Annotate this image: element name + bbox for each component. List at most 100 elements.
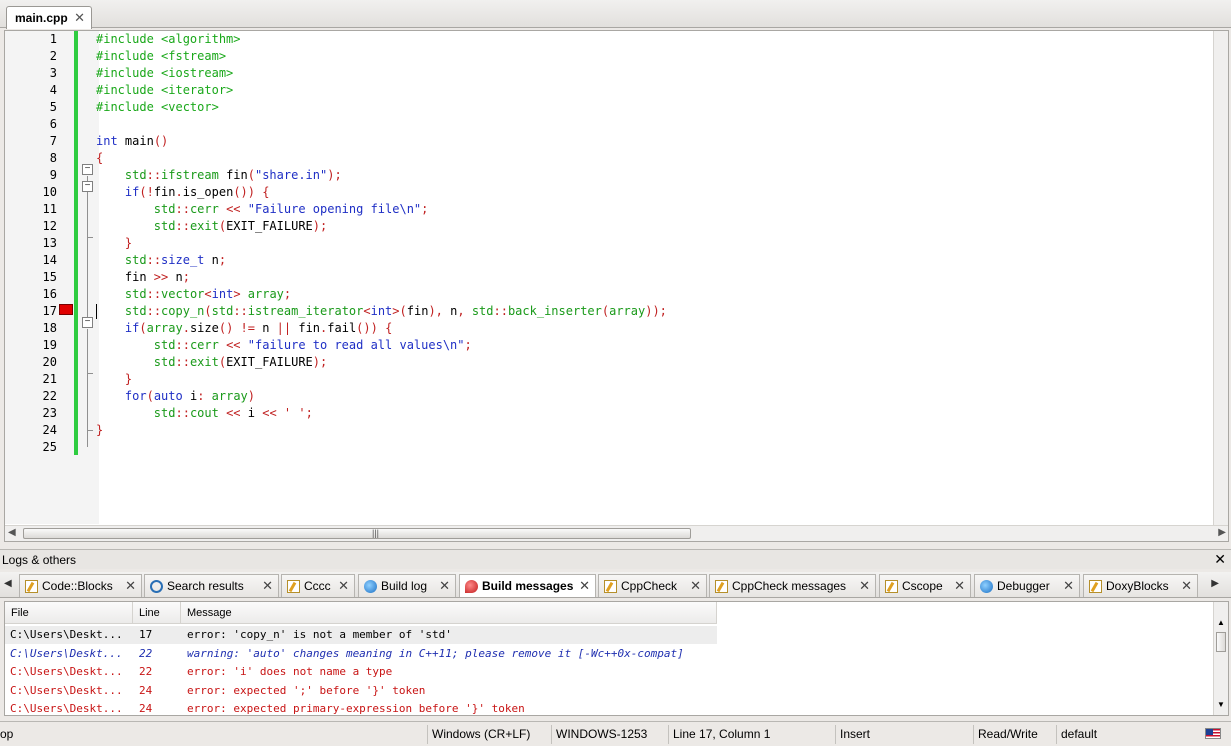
line-number[interactable]: 11 (5, 201, 57, 218)
table-row[interactable]: C:\Users\Deskt... 22 warning: 'auto' chang… (5, 645, 717, 663)
fold-toggle-if-open[interactable]: − (82, 181, 93, 192)
build-messages-list[interactable]: File Line Message C:\Users\Deskt... 17 err… (4, 601, 1229, 716)
close-icon[interactable]: ✕ (1181, 578, 1192, 594)
line-number[interactable]: 1 (5, 31, 57, 48)
line-number[interactable]: 12 (5, 218, 57, 235)
tab-cppcheck-messages[interactable]: CppCheck messages ✕ (709, 574, 876, 597)
code-line[interactable]: std::cerr << "Failure opening file\n"; (96, 201, 1216, 218)
table-row[interactable]: C:\Users\Deskt... 24 error: expected ';' b… (5, 682, 717, 700)
code-line[interactable]: } (96, 235, 1216, 252)
scrollbar-thumb[interactable]: ||| (23, 528, 691, 539)
editor-tab-main-cpp[interactable]: main.cpp ✕ (6, 6, 92, 29)
code-line[interactable]: if(array.size() != n || fin.fail()) { (96, 320, 1216, 337)
column-header-message[interactable]: Message (181, 602, 717, 624)
tab-build-messages[interactable]: Build messages ✕ (459, 574, 596, 597)
code-line[interactable]: std::copy_n(std::istream_iterator<int>(f… (96, 303, 1216, 320)
scroll-right-icon[interactable]: ▶ (1218, 527, 1226, 538)
scroll-left-icon[interactable]: ◀ (8, 527, 16, 538)
code-line[interactable]: } (96, 371, 1216, 388)
line-number[interactable]: 7 (5, 133, 57, 150)
line-number[interactable]: 8 (5, 150, 57, 167)
close-icon[interactable]: ✕ (579, 578, 590, 594)
tab-cppcheck[interactable]: CppCheck ✕ (598, 574, 707, 597)
line-number[interactable]: 19 (5, 337, 57, 354)
tab-code-blocks[interactable]: Code::Blocks ✕ (19, 574, 142, 597)
editor-vertical-scrollbar[interactable] (1213, 31, 1228, 525)
close-icon[interactable]: ✕ (74, 10, 85, 26)
code-line[interactable]: std::ifstream fin("share.in"); (96, 167, 1216, 184)
code-line[interactable]: int main() (96, 133, 1216, 150)
keyboard-layout-flag-icon[interactable] (1205, 728, 1221, 739)
close-icon[interactable]: ✕ (859, 578, 870, 594)
column-header-file[interactable]: File (5, 602, 133, 624)
tabs-scroll-right-icon[interactable]: ▶ (1211, 578, 1219, 589)
code-line[interactable] (96, 439, 1216, 456)
line-number[interactable]: 25 (5, 439, 57, 456)
code-line[interactable]: #include <vector> (96, 99, 1216, 116)
code-line[interactable]: for(auto i: array) (96, 388, 1216, 405)
line-number[interactable]: 16 (5, 286, 57, 303)
scroll-down-icon[interactable]: ▼ (1217, 700, 1225, 709)
line-number[interactable]: 18 (5, 320, 57, 337)
fold-toggle-main[interactable]: − (82, 164, 93, 175)
code-text-area[interactable]: #include <algorithm> #include <fstream> #i… (96, 31, 1216, 456)
close-icon[interactable]: ✕ (954, 578, 965, 594)
close-icon[interactable]: ✕ (338, 578, 349, 594)
tab-label: DoxyBlocks (1106, 579, 1169, 593)
line-number[interactable]: 17 (5, 303, 57, 320)
code-line[interactable]: { (96, 150, 1216, 167)
line-number[interactable]: 14 (5, 252, 57, 269)
code-line[interactable]: #include <algorithm> (96, 31, 1216, 48)
line-number[interactable]: 4 (5, 82, 57, 99)
line-number[interactable]: 15 (5, 269, 57, 286)
line-number[interactable]: 5 (5, 99, 57, 116)
code-line[interactable] (96, 116, 1216, 133)
scrollbar-thumb[interactable] (1216, 632, 1226, 652)
line-number[interactable]: 22 (5, 388, 57, 405)
code-line[interactable]: std::size_t n; (96, 252, 1216, 269)
code-line[interactable]: #include <iterator> (96, 82, 1216, 99)
line-number[interactable]: 23 (5, 405, 57, 422)
table-row[interactable]: C:\Users\Deskt... 17 error: 'copy_n' is no… (5, 626, 717, 644)
messages-vertical-scrollbar[interactable]: ▲ ▼ (1213, 602, 1228, 715)
code-line[interactable]: std::exit(EXIT_FAILURE); (96, 354, 1216, 371)
line-number[interactable]: 6 (5, 116, 57, 133)
close-icon[interactable]: ✕ (439, 578, 450, 594)
close-icon[interactable]: ✕ (1063, 578, 1074, 594)
close-icon[interactable]: ✕ (262, 578, 273, 594)
tab-cccc[interactable]: Cccc ✕ (281, 574, 355, 597)
column-header-line[interactable]: Line (133, 602, 181, 624)
tab-search-results[interactable]: Search results ✕ (144, 574, 279, 597)
close-icon[interactable]: ✕ (690, 578, 701, 594)
line-number[interactable]: 9 (5, 167, 57, 184)
tab-cscope[interactable]: Cscope ✕ (879, 574, 971, 597)
code-line[interactable]: std::cerr << "failure to read all values… (96, 337, 1216, 354)
code-line[interactable]: #include <fstream> (96, 48, 1216, 65)
table-row[interactable]: C:\Users\Deskt... 24 error: expected prima… (5, 700, 717, 715)
fold-toggle-if-size[interactable]: − (82, 317, 93, 328)
code-line[interactable]: #include <iostream> (96, 65, 1216, 82)
tabs-scroll-left-icon[interactable]: ◀ (4, 578, 12, 589)
tab-debugger[interactable]: Debugger ✕ (974, 574, 1080, 597)
code-line[interactable]: } (96, 422, 1216, 439)
close-icon[interactable]: ✕ (125, 578, 136, 594)
scroll-up-icon[interactable]: ▲ (1217, 618, 1225, 627)
tab-doxyblocks[interactable]: DoxyBlocks ✕ (1083, 574, 1198, 597)
line-number[interactable]: 24 (5, 422, 57, 439)
editor-horizontal-scrollbar[interactable]: ◀ ||| ▶ (5, 525, 1228, 541)
line-number[interactable]: 10 (5, 184, 57, 201)
line-number[interactable]: 2 (5, 48, 57, 65)
code-line[interactable]: std::cout << i << ' '; (96, 405, 1216, 422)
code-line[interactable]: std::exit(EXIT_FAILURE); (96, 218, 1216, 235)
tab-build-log[interactable]: Build log ✕ (358, 574, 456, 597)
line-number[interactable]: 21 (5, 371, 57, 388)
code-editor[interactable]: 1 2 3 4 5 6 7 8 9 10 11 12 13 14 15 16 17 18 19 20 21 22 23 24 2… (4, 30, 1229, 542)
table-row[interactable]: C:\Users\Deskt... 22 error: 'i' does not n… (5, 663, 717, 681)
line-number[interactable]: 3 (5, 65, 57, 82)
line-number[interactable]: 13 (5, 235, 57, 252)
close-icon[interactable]: ✕ (1214, 551, 1226, 568)
code-line[interactable]: std::vector<int> array; (96, 286, 1216, 303)
code-line[interactable]: fin >> n; (96, 269, 1216, 286)
line-number[interactable]: 20 (5, 354, 57, 371)
code-line[interactable]: if(!fin.is_open()) { (96, 184, 1216, 201)
